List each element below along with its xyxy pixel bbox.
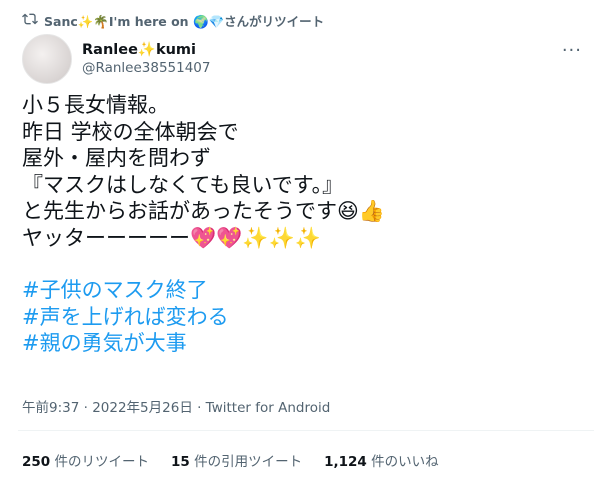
likes-stat[interactable]: 1,124 件のいいね (324, 450, 439, 470)
tweet-text: 小５長女情報。 昨日 学校の全体朝会で 屋外・屋内を問わず 『マスクはしなくても… (22, 92, 582, 357)
tweet-line: 屋外・屋内を問わず (22, 146, 211, 170)
tweet-header: Ranlee✨kumi @Ranlee38551407 ··· (22, 34, 592, 84)
hashtag-link[interactable]: #声を上げれば変わる (22, 304, 582, 331)
retweets-label: 件のリツイート (54, 454, 149, 470)
quotes-label: 件の引用ツイート (194, 454, 303, 470)
avatar[interactable] (22, 34, 72, 84)
author-handle[interactable]: @Ranlee38551407 (82, 59, 211, 77)
tweet-line: と先生からお話があったそうです😆👍 (22, 199, 386, 223)
likes-count: 1,124 (324, 454, 367, 470)
more-icon[interactable]: ··· (562, 40, 582, 61)
tweet-line: ヤッターーーーー💖💖✨✨✨ (22, 225, 321, 250)
author-display-name[interactable]: Ranlee✨kumi (82, 41, 211, 59)
retweet-indicator: Sanc✨🌴I'm here on 🌍💎さんがリツイート (22, 10, 324, 30)
author-names: Ranlee✨kumi @Ranlee38551407 (82, 41, 211, 77)
hashtag-link[interactable]: #子供のマスク終了 (22, 277, 582, 304)
hashtag-link[interactable]: #親の勇気が大事 (22, 330, 582, 357)
tweet-stats: 250 件のリツイート 15 件の引用ツイート 1,124 件のいいね (22, 450, 439, 470)
divider (18, 430, 594, 431)
tweet-line: 小５長女情報。 (22, 93, 169, 117)
tweet-line: 昨日 学校の全体朝会で (22, 119, 239, 144)
retweets-stat[interactable]: 250 件のリツイート (22, 450, 149, 470)
likes-label: 件のいいね (371, 454, 439, 470)
retweet-icon (22, 11, 38, 30)
retweets-count: 250 (22, 454, 51, 470)
tweet-timestamp[interactable]: 午前9:37 · 2022年5月26日 · Twitter for Androi… (22, 396, 330, 416)
quotes-stat[interactable]: 15 件の引用ツイート (171, 450, 302, 470)
tweet-line: 『マスクはしなくても良いです。』 (22, 172, 344, 197)
quotes-count: 15 (170, 454, 190, 470)
retweet-by-text[interactable]: Sanc✨🌴I'm here on 🌍💎さんがリツイート (44, 11, 324, 30)
